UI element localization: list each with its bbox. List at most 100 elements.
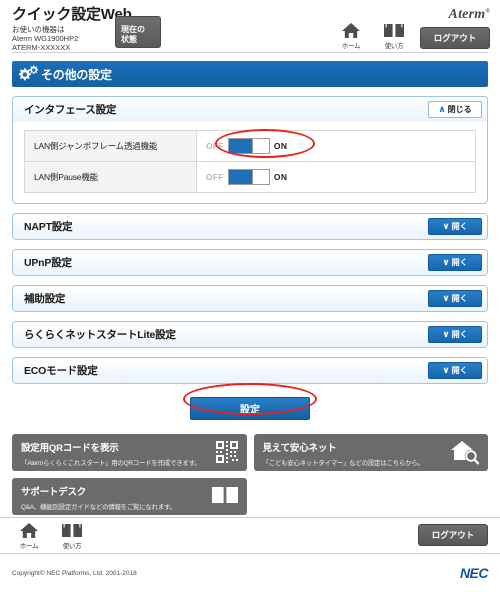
footer-logout-button[interactable]: ログアウト [418,524,488,546]
chevron-down-icon: ∨ [442,221,450,231]
interface-settings-panel: インタフェース設定 ∧ 閉じる LAN側ジャンボフレーム透過機能 OFF ON … [12,96,488,204]
table-row: LAN側Pause機能 OFF ON [24,161,476,193]
chevron-down-icon: ∨ [442,365,450,375]
link-tiles-left-column: 設定用QRコードを表示 「Atermらくらくこれスタート」用のQRコードを作成で… [12,434,247,515]
section-title: その他の設定 [41,67,112,82]
jumbo-frame-switch-track[interactable] [227,138,270,154]
qr-code-icon [215,439,239,467]
napt-settings-panel-title: NAPT設定 [24,221,73,233]
header-nav-usage[interactable]: 使い方 [377,22,411,50]
interface-settings-collapse-button[interactable]: ∧ 閉じる [428,101,482,118]
napt-settings-panel-header[interactable]: NAPT設定 ∨ 開く [13,214,487,239]
footer-nav: ホーム 使い方 [12,522,89,550]
mietesanshin-net-tile-subtitle: 「こども安心ネットタイマー」などの設定はこちらから。 [262,460,425,467]
footer-nav-home-label: ホーム [19,542,39,550]
auxiliary-settings-panel-title: 補助設定 [24,293,66,305]
eco-mode-settings-expand-button[interactable]: ∨ 開く [428,362,482,379]
jumbo-frame-label: LAN側ジャンボフレーム透過機能 [24,130,197,162]
rakuraku-net-start-lite-panel: らくらくネットスタートLite設定 ∨ 開く [12,321,488,348]
gears-icon [18,64,39,84]
pause-function-switch-track[interactable] [227,169,270,185]
interface-settings-table: LAN側ジャンボフレーム透過機能 OFF ON LAN側Pause機能 OFF … [24,130,476,193]
house-search-icon [450,439,480,469]
book-icon [377,22,411,39]
rakuraku-net-start-lite-expand-label: 開く [451,330,468,339]
qr-code-tile-subtitle: 「Atermらくらくこれスタート」用のQRコードを作成できます。 [21,460,201,467]
submit-row: 設定 [12,397,488,420]
upnp-settings-panel-header[interactable]: UPnP設定 ∨ 開く [13,250,487,275]
chevron-down-icon: ∨ [442,257,450,267]
upnp-settings-panel-title: UPnP設定 [24,257,72,269]
qr-code-tile-title: 設定用QRコードを表示 [21,443,119,454]
link-tiles-right-column: 見えて安心ネット 「こども安心ネットタイマー」などの設定はこちらから。 [253,434,488,515]
footer-bar: ホーム 使い方 ログアウト [0,517,500,554]
switch-knob [251,139,269,153]
napt-settings-expand-label: 開く [451,222,468,231]
pause-function-label: LAN側Pause機能 [24,161,197,193]
header-nav-home[interactable]: ホーム [334,22,368,50]
mietesanshin-net-tile-title: 見えて安心ネット [262,443,337,454]
eco-mode-settings-panel-header[interactable]: ECOモード設定 ∨ 開く [13,358,487,383]
support-desk-tile[interactable]: サポートデスク Q&A、機能別設定ガイドなどの情報をご覧になれます。 [12,478,247,515]
current-status-button-label-line1: 現在の [121,24,145,34]
header-logout-button[interactable]: ログアウト [420,27,490,49]
footer-nav-usage[interactable]: 使い方 [55,522,89,550]
switch-fill [228,170,252,184]
switch-knob [251,170,269,184]
rakuraku-net-start-lite-panel-header[interactable]: らくらくネットスタートLite設定 ∨ 開く [13,322,487,347]
napt-settings-expand-button[interactable]: ∨ 開く [428,218,482,235]
current-status-button[interactable]: 現在の 状態 [115,16,161,48]
pause-function-control-cell: OFF ON [196,161,476,193]
page-title: クイック設定Web [12,6,132,23]
interface-settings-collapse-label: 閉じる [447,105,472,114]
table-row: LAN側ジャンボフレーム透過機能 OFF ON [24,130,476,162]
chevron-down-icon: ∨ [442,329,450,339]
jumbo-frame-control-cell: OFF ON [196,130,476,162]
footer-nav-home[interactable]: ホーム [12,522,46,550]
home-icon [12,522,46,539]
chevron-down-icon: ∨ [442,293,450,303]
pause-function-off-label: OFF [206,172,224,182]
content-area: インタフェース設定 ∧ 閉じる LAN側ジャンボフレーム透過機能 OFF ON … [0,96,500,420]
rakuraku-net-start-lite-expand-button[interactable]: ∨ 開く [428,326,482,343]
upnp-settings-expand-label: 開く [451,258,468,267]
header-nav-home-label: ホーム [341,43,361,50]
copyright-bar: Copyright© NEC Platforms, Ltd. 2001-2018… [0,554,500,592]
apply-settings-button[interactable]: 設定 [190,397,310,420]
pause-function-on-label: ON [273,172,288,182]
auxiliary-settings-expand-button[interactable]: ∨ 開く [428,290,482,307]
footer-nav-usage-label: 使い方 [62,542,82,550]
support-desk-tile-text: サポートデスク Q&A、機能別設定ガイドなどの情報をご覧になれます。 [21,483,176,511]
book-icon [55,522,89,539]
current-status-button-label-line2: 状態 [121,34,137,44]
qr-code-tile[interactable]: 設定用QRコードを表示 「Atermらくらくこれスタート」用のQRコードを作成で… [12,434,247,471]
link-tiles: 設定用QRコードを表示 「Atermらくらくこれスタート」用のQRコードを作成で… [12,434,488,515]
auxiliary-settings-expand-label: 開く [451,294,468,303]
eco-mode-settings-panel-title: ECOモード設定 [24,365,98,377]
section-title-bar: その他の設定 [12,61,488,87]
nec-logo: NEC [459,565,489,581]
mietesanshin-net-tile-text: 見えて安心ネット 「こども安心ネットタイマー」などの設定はこちらから。 [262,439,425,467]
upnp-settings-expand-button[interactable]: ∨ 開く [428,254,482,271]
napt-settings-panel: NAPT設定 ∨ 開く [12,213,488,240]
qr-code-tile-text: 設定用QRコードを表示 「Atermらくらくこれスタート」用のQRコードを作成で… [21,439,201,467]
mietesanshin-net-tile[interactable]: 見えて安心ネット 「こども安心ネットタイマー」などの設定はこちらから。 [253,434,488,471]
aterm-logo: Aterm® [448,7,490,22]
upnp-settings-panel: UPnP設定 ∨ 開く [12,249,488,276]
jumbo-frame-off-label: OFF [206,141,224,151]
home-icon [334,22,368,39]
copyright-text: Copyright© NEC Platforms, Ltd. 2001-2018 [12,569,137,577]
pause-function-switch[interactable]: OFF ON [206,169,287,185]
book-icon [211,483,239,509]
jumbo-frame-switch[interactable]: OFF ON [206,138,287,154]
auxiliary-settings-panel: 補助設定 ∨ 開く [12,285,488,312]
switch-fill [228,139,252,153]
rakuraku-net-start-lite-panel-title: らくらくネットスタートLite設定 [24,329,176,341]
jumbo-frame-on-label: ON [273,141,288,151]
support-desk-tile-title: サポートデスク [21,487,87,498]
page-header: クイック設定Web お使いの機器は Aterm WG1900HP2 ATERM-… [0,0,500,52]
auxiliary-settings-panel-header[interactable]: 補助設定 ∨ 開く [13,286,487,311]
eco-mode-settings-panel: ECOモード設定 ∨ 開く [12,357,488,384]
interface-settings-panel-header: インタフェース設定 ∧ 閉じる [13,97,487,122]
interface-settings-panel-body: LAN側ジャンボフレーム透過機能 OFF ON LAN側Pause機能 OFF … [13,122,487,203]
